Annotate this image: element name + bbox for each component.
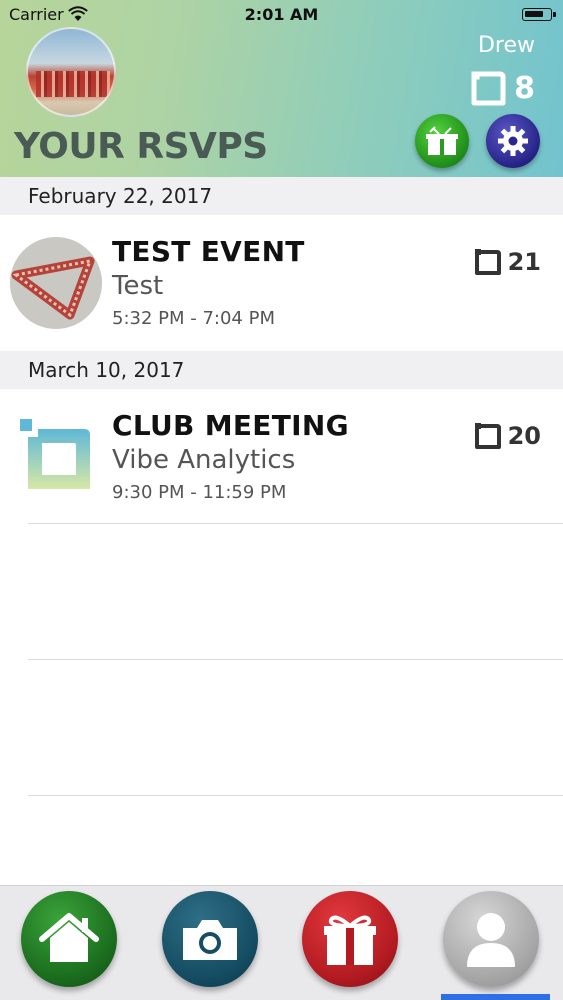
user-points: 8 [470, 70, 535, 106]
event-subtitle: Test [112, 271, 164, 301]
tab-camera[interactable] [162, 891, 258, 987]
event-points-value: 21 [507, 248, 541, 276]
gift-icon [324, 915, 376, 965]
vibe-logo-icon [20, 419, 90, 489]
event-thumbnail [10, 237, 102, 329]
event-time: 5:32 PM - 7:04 PM [112, 308, 275, 329]
active-tab-indicator [441, 994, 550, 1000]
event-time: 9:30 PM - 11:59 PM [112, 482, 287, 503]
event-title: TEST EVENT [112, 235, 305, 268]
points-icon [474, 423, 501, 449]
event-points: 20 [474, 422, 541, 450]
date-header: February 22, 2017 [0, 177, 563, 215]
rewards-button[interactable] [415, 114, 469, 168]
page-title: YOUR RSVPS [14, 126, 268, 167]
status-bar: Carrier 2:01 AM [0, 0, 563, 30]
event-points: 21 [474, 248, 541, 276]
list-separator [28, 659, 563, 660]
points-icon [474, 249, 501, 275]
list-separator [28, 795, 563, 796]
avatar[interactable] [26, 27, 116, 117]
tab-home[interactable] [21, 891, 117, 987]
event-row-test-event[interactable]: TEST EVENT Test 5:32 PM - 7:04 PM 21 [0, 215, 563, 351]
list-separator [28, 523, 563, 524]
gift-icon [426, 126, 458, 155]
tab-profile[interactable] [443, 891, 539, 987]
points-icon [471, 71, 506, 106]
user-name: Drew [477, 33, 535, 58]
triangle-sculpture-icon [11, 256, 95, 320]
status-time: 2:01 AM [244, 5, 319, 24]
home-icon [39, 913, 99, 962]
event-row-club-meeting[interactable]: CLUB MEETING Vibe Analytics 9:30 PM - 11… [0, 389, 563, 525]
battery-icon [522, 8, 556, 21]
gear-icon [498, 126, 528, 156]
camera-icon [183, 920, 237, 960]
settings-button[interactable] [486, 114, 540, 168]
header: Carrier 2:01 AM YOUR RSVPS Drew 8 [0, 0, 563, 177]
event-title: CLUB MEETING [112, 409, 349, 442]
points-value: 8 [514, 70, 535, 106]
profile-icon [467, 913, 515, 967]
date-header: March 10, 2017 [0, 351, 563, 389]
event-points-value: 20 [507, 422, 541, 450]
event-subtitle: Vibe Analytics [112, 445, 296, 475]
tab-bar [0, 885, 563, 1000]
tab-rewards[interactable] [302, 891, 398, 987]
event-thumbnail [20, 419, 96, 495]
